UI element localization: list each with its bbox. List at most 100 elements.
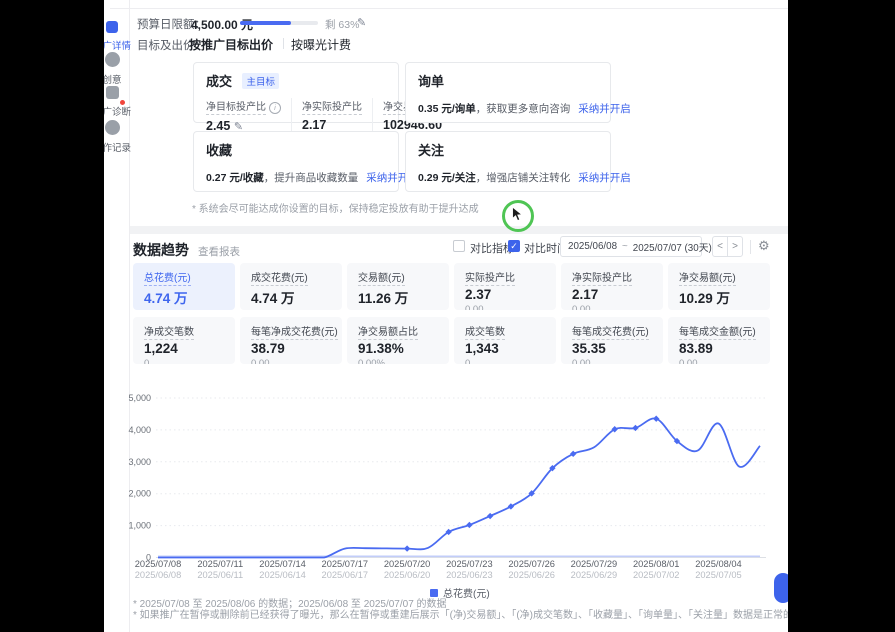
metric-sub: 0.00 [572,358,652,364]
x-tick-label: 2025/07/08 [125,559,191,569]
metric-card-roi[interactable]: 实际投产比 2.37 0.00 [454,263,556,310]
metric-label: 交易额(元) [358,273,405,286]
metric-card-net-cost-per-order[interactable]: 每笔净成交花费(元) 38.79 0.00 [240,317,342,364]
compare-time-checkbox[interactable]: ✓ [508,240,520,252]
budget-progress-fill [240,21,291,25]
x-tick-compare-label: 2025/06/17 [312,570,378,580]
x-tick-compare-label: 2025/06/23 [436,570,502,580]
metric-label: 净成交笔数 [144,327,194,340]
metric-value: 38.79 [251,341,331,356]
mouse-cursor [511,206,524,222]
metric-label: 净实际投产比 [572,273,632,286]
metric-card-deal-spend[interactable]: 成交花费(元) 4.74 万 0.00 [240,263,342,310]
goal-card-title: 关注 [418,143,444,158]
metric-value: 4.74 万 [251,287,331,307]
deal-metric-actual-roi: 净实际投产比 2.17 [291,98,372,133]
metric-value: 35.35 [572,341,652,356]
legend-label: 总花费(元) [443,585,490,600]
data-point-marker[interactable] [487,513,493,519]
metric-label: 每笔成交金额(元) [679,327,756,340]
metric-card-net-roi[interactable]: 净实际投产比 2.17 0.00 [561,263,663,310]
metric-card-amount-per-order[interactable]: 每笔成交金额(元) 83.89 0.00 [668,317,770,364]
metric-card-orders[interactable]: 成交笔数 1,343 0 [454,317,556,364]
metric-card-net-gmv[interactable]: 净交易额(元) 10.29 万 0.00 [668,263,770,310]
date-start: 2025/06/08 [568,241,617,252]
adopt-enable-link[interactable]: 采纳并开启 [578,103,631,115]
compare-metric-checkbox[interactable] [453,240,465,252]
metric-value: 1,343 [465,341,545,356]
metric-label: 净交易额占比 [358,327,418,340]
prev-period-button[interactable]: < [712,236,728,257]
metric-sub: 0.00 [679,358,759,364]
x-tick-compare-label: 2025/06/26 [499,570,565,580]
bidding-option-impression[interactable]: 按曝光计费 [291,36,351,53]
x-tick-label: 2025/07/20 [374,559,440,569]
metric-value: 10.29 万 [679,287,759,307]
inquiry-desc: ，获取更多意向咨询 [476,103,571,115]
controls-divider [750,240,751,254]
adopt-enable-link[interactable]: 采纳并开启 [578,172,631,184]
metric-value: 11.26 万 [358,287,438,307]
bidding-option-goal[interactable]: 按推广目标出价 [189,36,273,53]
metric-label: 净目标投产比 [206,102,266,115]
goal-card-title: 收藏 [206,143,232,158]
x-axis-compare: 2025/06/082025/06/112025/06/142025/06/17… [128,570,788,581]
x-tick-label: 2025/07/23 [436,559,502,569]
metric-label: 净实际投产比 [302,102,362,115]
metric-value: 91.38% [358,341,438,356]
date-range-picker[interactable]: 2025/06/08 ~ 2025/07/07 (30天) [560,236,702,257]
metric-card-net-orders[interactable]: 净成交笔数 1,224 0 [133,317,235,364]
metric-value: 2.17 [572,287,652,302]
goal-card-inquiry: 询单 0.35 元/询单，获取更多意向咨询采纳并开启 [405,62,611,123]
gear-icon[interactable]: ⚙ [758,238,770,254]
trend-section-title: 数据趋势 [133,240,189,260]
metric-sub: 0.00 [358,309,438,310]
follow-desc: ，增强店铺关注转化 [476,172,571,184]
favorite-price: 0.27 元/收藏 [206,172,264,184]
history-icon [105,120,120,135]
view-report-link[interactable]: 查看报表 [198,244,240,259]
metric-label: 总花费(元) [144,273,191,286]
data-point-marker[interactable] [508,503,514,509]
idea-icon [105,52,120,67]
data-point-marker[interactable] [466,522,472,528]
x-tick-compare-label: 2025/06/14 [250,570,316,580]
metric-sub: 0 [144,358,224,364]
x-tick-label: 2025/07/17 [312,559,378,569]
edit-budget-icon[interactable]: ✎ [357,16,366,29]
x-tick-compare-label: 2025/07/02 [623,570,689,580]
spend-trend-line [158,418,760,557]
x-tick-label: 2025/08/04 [685,559,751,569]
metric-sub: 0.00 [572,304,652,310]
metric-sub: 0.00 [144,309,224,310]
metric-card-total-spend[interactable]: 总花费(元) 4.74 万 0.00 [133,263,235,310]
x-tick-compare-label: 2025/06/20 [374,570,440,580]
x-tick-label: 2025/07/26 [499,559,565,569]
data-point-marker[interactable] [570,451,576,457]
metric-card-cost-per-order[interactable]: 每笔成交花费(元) 35.35 0.00 [561,317,663,364]
metric-card-gmv[interactable]: 交易额(元) 11.26 万 0.00 [347,263,449,310]
y-tick-label: 4,000 [128,425,151,435]
trend-chart[interactable]: 01,0002,0003,0004,0005,000 [128,390,788,570]
inquiry-price: 0.35 元/询单 [418,103,476,115]
metric-sub: 0.00 [465,304,545,310]
letterbox-left [0,0,104,632]
primary-goal-badge: 主目标 [242,73,279,89]
bidding-separator [283,38,284,49]
x-tick-compare-label: 2025/06/08 [125,570,191,580]
y-tick-label: 5,000 [128,393,151,403]
detail-icon [106,21,118,33]
metric-label: 成交笔数 [465,327,505,340]
goal-card-favorite: 收藏 0.27 元/收藏，提升商品收藏数量采纳并开启 [193,131,399,192]
x-tick-label: 2025/07/11 [187,559,253,569]
data-point-marker[interactable] [404,545,410,551]
date-end: 2025/07/07 (30天) [633,240,712,254]
info-icon[interactable]: i [269,102,281,114]
metric-value: 83.89 [679,341,759,356]
metric-label: 每笔净成交花费(元) [251,327,338,340]
metric-label: 每笔成交花费(元) [572,327,649,340]
next-period-button[interactable]: > [727,236,743,257]
goal-card-follow: 关注 0.29 元/关注，增强店铺关注转化采纳并开启 [405,131,611,192]
metric-card-net-gmv-ratio[interactable]: 净交易额占比 91.38% 0.00% [347,317,449,364]
y-tick-label: 3,000 [128,457,151,467]
